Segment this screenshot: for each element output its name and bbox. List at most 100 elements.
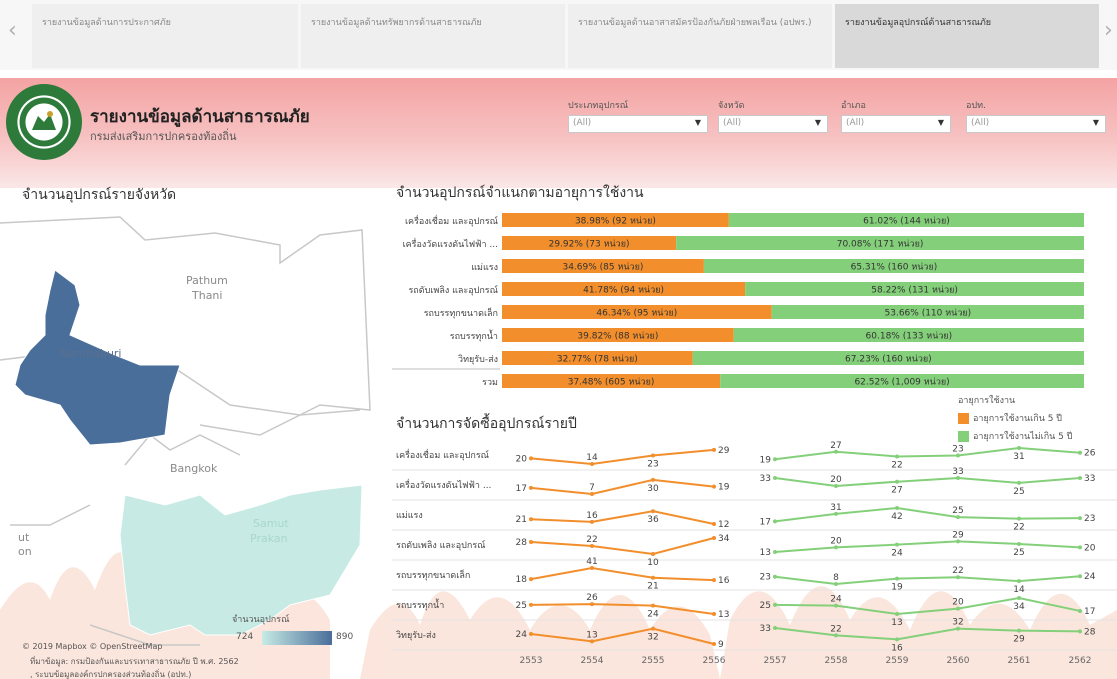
- data-label: 31: [830, 503, 841, 513]
- emblem-icon: [32, 111, 56, 130]
- legend-label: อายุการใช้งานเกิน 5 ปี: [973, 414, 1063, 424]
- province-map[interactable]: [0, 205, 385, 655]
- page-title: รายงานข้อมูลด้านสาธารณภัย: [90, 107, 310, 127]
- series-line: [530, 627, 715, 645]
- age-bar-over-label: 29.92% (73 หน่วย): [549, 240, 630, 250]
- map-label-samut: Samut: [253, 517, 289, 530]
- district-select[interactable]: (All) ▼: [841, 115, 951, 133]
- series-line: [530, 510, 715, 525]
- age-bar-under-label: 60.18% (133 หน่วย): [866, 332, 953, 342]
- series-line: [530, 448, 715, 466]
- data-point: [712, 642, 716, 646]
- data-point: [1017, 480, 1021, 485]
- data-point: [712, 536, 716, 540]
- filter-label: อปท.: [966, 101, 986, 111]
- data-point: [1017, 446, 1021, 450]
- map-title: จำนวนอุปกรณ์รายจังหวัด: [22, 187, 177, 203]
- data-label: 20: [830, 475, 842, 485]
- data-label: 24: [516, 630, 528, 640]
- province-select[interactable]: (All) ▼: [718, 115, 828, 133]
- data-point: [529, 577, 533, 582]
- age-chart-title: จำนวนอุปกรณ์จำแนกตามอายุการใช้งาน: [396, 185, 644, 201]
- age-row-label: เครื่องเชื่อม และอุปกรณ์: [405, 214, 498, 227]
- map-label-thani: Thani: [192, 289, 223, 302]
- data-label: 25: [516, 601, 527, 611]
- data-label: 23: [760, 573, 771, 583]
- next-tab-arrow-icon[interactable]: ›: [1104, 18, 1113, 43]
- data-label: 29: [1013, 635, 1025, 645]
- data-label: 32: [647, 633, 658, 643]
- series-line: [774, 575, 1081, 586]
- series-line: [530, 478, 715, 496]
- series-line: [530, 603, 715, 615]
- legend-item-over[interactable]: อายุการใช้งานเกิน 5 ปี: [958, 411, 1072, 425]
- data-label: 25: [1013, 548, 1024, 558]
- data-point: [529, 602, 533, 607]
- data-label: 21: [516, 515, 527, 525]
- data-point: [1017, 579, 1021, 584]
- data-label: 25: [1013, 487, 1024, 497]
- filter-district: อำเภอ (All) ▼: [841, 98, 951, 133]
- data-point: [1078, 608, 1082, 613]
- data-label: 19: [718, 483, 730, 493]
- series-line: [774, 506, 1081, 523]
- data-point: [773, 550, 777, 554]
- data-point: [895, 479, 899, 484]
- tab-disaster-announcement[interactable]: รายงานข้อมูลด้านการประกาศภัย: [32, 4, 298, 68]
- local-admin-select[interactable]: (All) ▼: [966, 115, 1106, 133]
- data-label: 20: [516, 454, 528, 464]
- data-point: [651, 453, 655, 458]
- select-value: (All): [846, 118, 865, 128]
- data-label: 19: [760, 455, 772, 465]
- data-label: 13: [891, 618, 902, 628]
- data-point: [895, 454, 899, 459]
- filter-label: จังหวัด: [718, 101, 745, 111]
- data-point: [1078, 629, 1082, 634]
- data-label: 22: [586, 535, 597, 545]
- x-tick-label: 2554: [581, 656, 604, 666]
- data-label: 14: [1013, 585, 1025, 595]
- data-label: 16: [586, 511, 598, 521]
- series-line: [530, 537, 715, 556]
- tab-volunteers[interactable]: รายงานข้อมูลด้านอาสาสมัครป้องกันภัยฝ่ายพ…: [568, 4, 832, 68]
- x-tick-label: 2562: [1069, 656, 1092, 666]
- x-tick-label: 2558: [825, 656, 848, 666]
- data-label: 17: [516, 484, 527, 494]
- age-of-use-chart[interactable]: เครื่องเชื่อม และอุปกรณ์ 38.98% (92 หน่วย…: [390, 208, 1090, 398]
- map-attribution[interactable]: © 2019 Mapbox © OpenStreetMap: [22, 642, 162, 651]
- year-row-label: รถบรรทุกขนาดเล็ก: [396, 568, 470, 581]
- age-bar-over-label: 46.34% (95 หน่วย): [596, 309, 677, 319]
- map-label-bangkok: Bangkok: [170, 462, 218, 475]
- data-label: 16: [891, 643, 903, 653]
- yearly-purchase-chart[interactable]: เครื่องเชื่อม และอุปกรณ์ 20 14 23 29 19 27 22 23…: [390, 438, 1117, 679]
- data-point: [773, 476, 777, 480]
- prev-tab-arrow-icon[interactable]: ‹: [8, 18, 17, 43]
- data-label: 20: [1084, 543, 1096, 553]
- map-legend-max: 890: [336, 632, 354, 642]
- data-label: 33: [952, 467, 963, 477]
- tab-disaster-resources[interactable]: รายงานข้อมูลด้านทรัพยากรด้านสาธารณภัย: [301, 4, 565, 68]
- chevron-down-icon: ▼: [937, 118, 944, 127]
- equipment-type-select[interactable]: (All) ▼: [568, 115, 708, 133]
- series-line: [774, 627, 1081, 641]
- data-label: 41: [586, 557, 597, 567]
- data-label: 34: [718, 534, 730, 544]
- data-label: 26: [586, 593, 598, 603]
- data-label: 16: [718, 576, 730, 586]
- data-point: [651, 626, 655, 631]
- data-label: 22: [952, 566, 963, 576]
- data-label: 10: [647, 558, 659, 568]
- data-label: 31: [1013, 452, 1024, 462]
- data-point: [529, 540, 533, 544]
- age-bar-under-label: 70.08% (171 หน่วย): [837, 240, 924, 250]
- age-bar-over-label: 41.78% (94 หน่วย): [583, 286, 664, 296]
- data-label: 33: [760, 474, 771, 484]
- age-bar-under-label: 61.02% (144 หน่วย): [863, 217, 950, 227]
- data-point: [1078, 450, 1082, 455]
- age-bar-under-label: 58.22% (131 หน่วย): [871, 286, 958, 296]
- age-bar-under-label: 62.52% (1,009 หน่วย): [854, 378, 949, 388]
- tab-equipment[interactable]: รายงานข้อมูลอุปกรณ์ด้านสาธารณภัย: [835, 4, 1099, 68]
- data-label: 20: [830, 536, 842, 546]
- map-legend-gradient: [262, 631, 332, 645]
- data-point: [1078, 545, 1082, 550]
